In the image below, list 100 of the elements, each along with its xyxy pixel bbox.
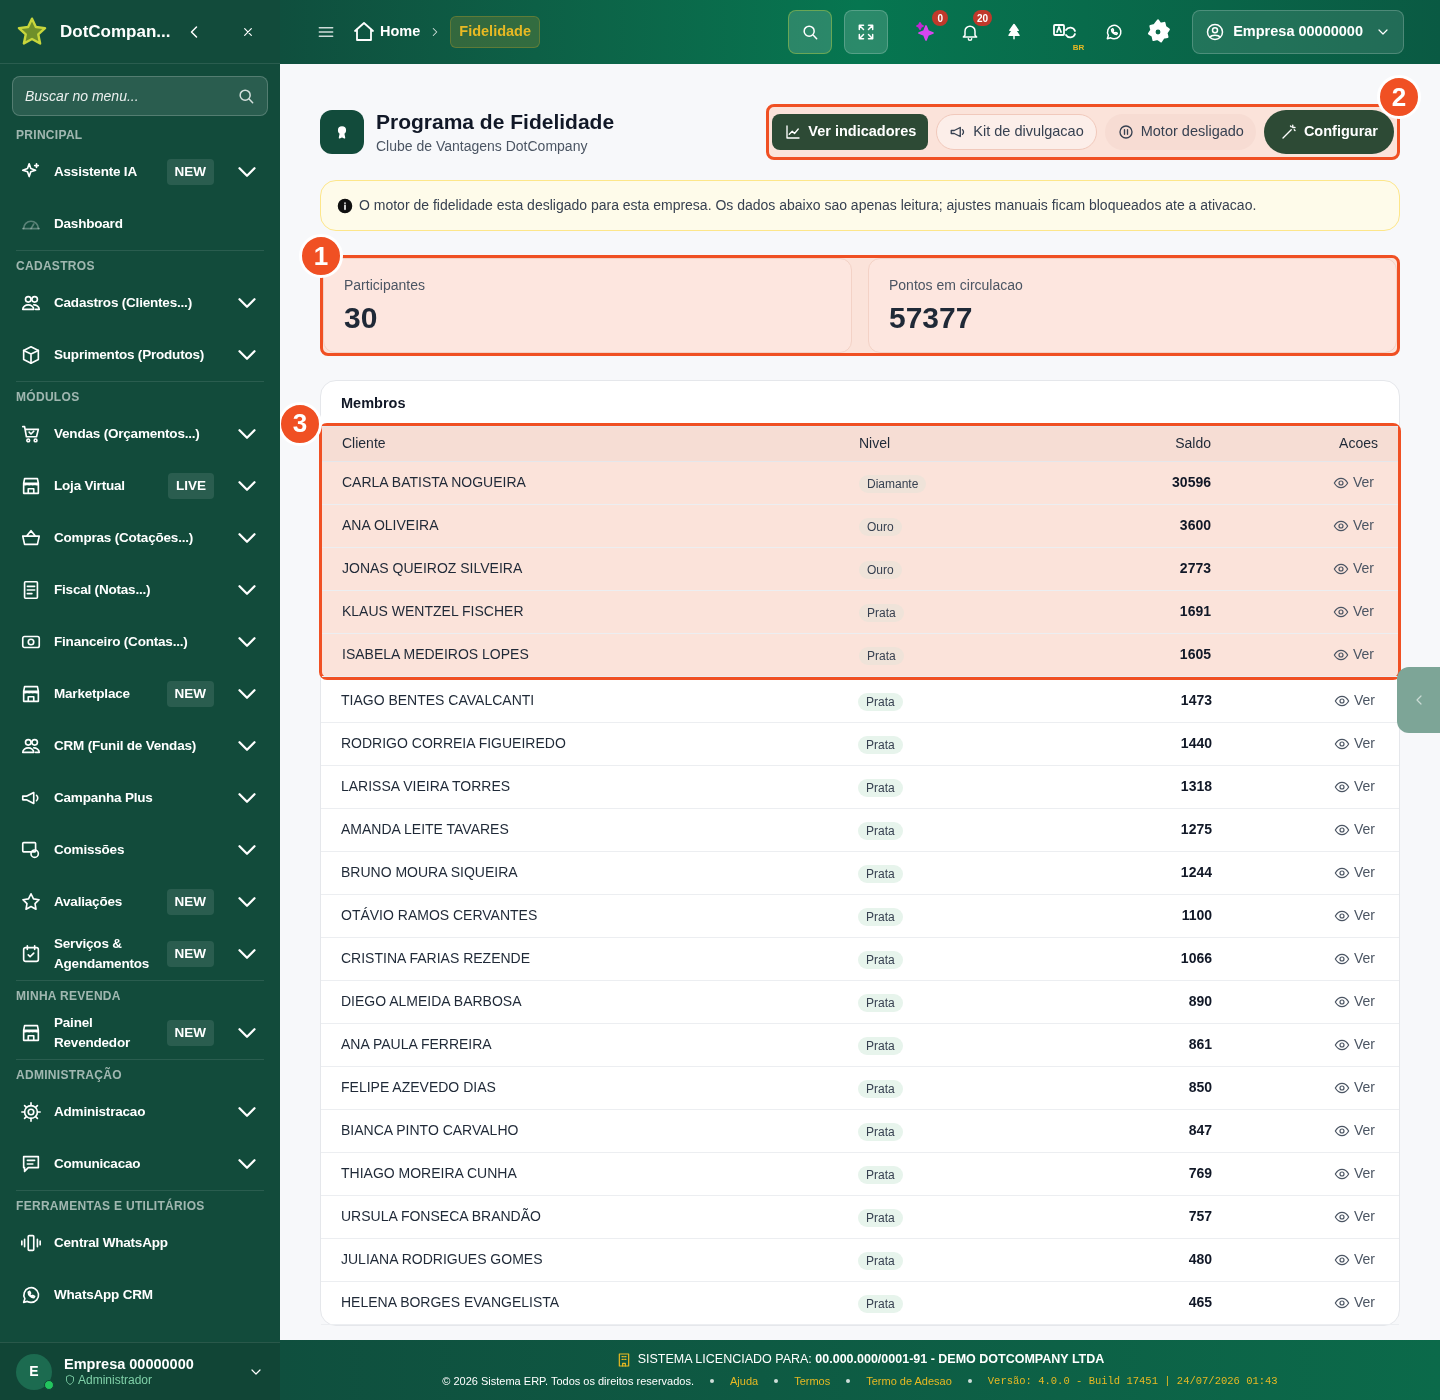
view-link[interactable]: Ver — [1334, 1206, 1379, 1228]
language-button[interactable]: BR — [1040, 10, 1089, 54]
view-link[interactable]: Ver — [1334, 1292, 1379, 1314]
menu-item[interactable]: Administracao — [0, 1086, 280, 1138]
action-button[interactable]: Ver indicadores — [772, 114, 929, 150]
footer-link[interactable]: Ajuda — [730, 1373, 759, 1390]
view-link[interactable]: Ver — [1334, 1034, 1379, 1056]
menu-label: Comunicacao — [54, 1155, 142, 1173]
menu-item[interactable]: Painel Revendedor NEW — [0, 1007, 280, 1059]
menu-item[interactable]: Avaliações NEW — [0, 876, 280, 928]
balance-value: 1244 — [1180, 863, 1212, 883]
view-link[interactable]: Ver — [1334, 690, 1379, 712]
menu-item[interactable]: Loja Virtual LIVE — [0, 460, 280, 512]
ai-button[interactable]: 0 — [904, 10, 949, 54]
menu-item[interactable]: Dashboard — [0, 198, 280, 250]
view-link[interactable]: Ver — [1334, 1163, 1379, 1185]
view-link[interactable]: Ver — [1333, 644, 1378, 666]
action-button[interactable]: Kit de divulgacao — [936, 114, 1097, 150]
menu-item[interactable]: CRM (Funil de Vendas) — [0, 720, 280, 772]
action-button[interactable]: Motor desligado — [1104, 114, 1256, 150]
callout-number: 1 — [299, 234, 343, 278]
view-link[interactable]: Ver — [1333, 601, 1378, 623]
menu-item[interactable]: Assistente IA NEW — [0, 146, 280, 198]
view-link[interactable]: Ver — [1334, 905, 1379, 927]
view-link[interactable]: Ver — [1334, 948, 1379, 970]
action-button[interactable]: Configurar — [1263, 110, 1394, 154]
side-panel-handle[interactable] — [1397, 667, 1440, 733]
count-badge: 20 — [973, 10, 993, 26]
footer-link[interactable]: Termos — [794, 1373, 831, 1390]
store-icon — [20, 475, 42, 497]
member-name: ANA OLIVEIRA — [342, 516, 440, 536]
view-link[interactable]: Ver — [1333, 558, 1378, 580]
avatar: E — [16, 1353, 52, 1390]
balance-value: 2773 — [1179, 559, 1211, 579]
balance-value: 1100 — [1181, 906, 1212, 926]
box-icon — [20, 344, 42, 366]
menu-item[interactable]: Cadastros (Clientes...) — [0, 277, 280, 329]
count-badge: 0 — [932, 10, 949, 26]
column-header: Cliente — [342, 434, 387, 454]
menu-item[interactable]: Financeiro (Contas...) — [0, 616, 280, 668]
level-badge: Prata — [858, 864, 903, 883]
view-link[interactable]: Ver — [1334, 1120, 1379, 1142]
page-title: Programa de Fidelidade — [376, 108, 615, 135]
level-badge: Prata — [858, 907, 903, 926]
level-badge: Prata — [858, 1165, 903, 1184]
balance-value: 1473 — [1180, 691, 1212, 711]
column-header: Nivel — [859, 434, 892, 454]
account-dropdown[interactable]: Empresa 00000000 — [1192, 10, 1404, 54]
pause-icon — [1116, 123, 1135, 141]
user-name: Empresa 00000000 — [64, 1355, 195, 1372]
level-badge: Prata — [859, 646, 904, 665]
footer-link[interactable]: Termo de Adesao — [866, 1373, 952, 1390]
menu-item[interactable]: Comunicacao — [0, 1138, 280, 1190]
search-button[interactable] — [788, 10, 833, 54]
menu-label: Assistente IA — [54, 163, 138, 181]
view-link[interactable]: Ver — [1333, 515, 1378, 537]
member-name: FELIPE AZEVEDO DIAS — [341, 1078, 497, 1098]
menu-label: Financeiro (Contas...) — [54, 633, 189, 651]
menu-item[interactable]: Suprimentos (Produtos) — [0, 329, 280, 381]
menu-item[interactable]: Campanha Plus — [0, 772, 280, 824]
menu-item[interactable]: Comissões — [0, 824, 280, 876]
view-link[interactable]: Ver — [1334, 991, 1379, 1013]
menu-label: Central WhatsApp — [54, 1234, 169, 1252]
menu-item[interactable]: Central WhatsApp — [0, 1217, 280, 1269]
view-link[interactable]: Ver — [1334, 1249, 1379, 1271]
level-badge: Prata — [858, 993, 903, 1012]
view-link[interactable]: Ver — [1334, 733, 1379, 755]
store-icon — [20, 683, 42, 705]
member-name: ANA PAULA FERREIRA — [341, 1035, 493, 1055]
menu-item[interactable]: Fiscal (Notas...) — [0, 564, 280, 616]
balance-value: 3600 — [1179, 516, 1211, 536]
column-header: Acoes — [1339, 434, 1378, 454]
menu-item[interactable]: Vendas (Orçamentos...) — [0, 408, 280, 460]
menu-item[interactable]: Marketplace NEW — [0, 668, 280, 720]
store-icon — [20, 1022, 42, 1044]
brand-name: DotCompan... — [60, 20, 172, 43]
menu-label: Vendas (Orçamentos...) — [54, 425, 201, 443]
stat-value: 57377 — [889, 300, 974, 336]
menu-item[interactable]: Compras (Cotações...) — [0, 512, 280, 564]
view-link[interactable]: Ver — [1333, 472, 1378, 494]
view-link[interactable]: Ver — [1334, 776, 1379, 798]
menu-badge: NEW — [166, 888, 214, 916]
breadcrumb-link[interactable]: Home — [352, 20, 421, 44]
menu-item[interactable]: Serviços & Agendamentos NEW — [0, 928, 280, 980]
stat-label: Pontos em circulacao — [889, 276, 1024, 295]
level-badge: Prata — [859, 603, 904, 622]
view-link[interactable]: Ver — [1334, 819, 1379, 841]
view-link[interactable]: Ver — [1334, 1077, 1379, 1099]
notifications-button[interactable]: 20 — [948, 10, 993, 54]
level-badge: Prata — [858, 1251, 903, 1270]
balance-value: 850 — [1188, 1078, 1212, 1098]
menu-label: Campanha Plus — [54, 789, 154, 807]
menu-item[interactable]: WhatsApp CRM — [0, 1269, 280, 1321]
balance-value: 1066 — [1180, 949, 1212, 969]
fullscreen-button[interactable] — [844, 10, 889, 54]
view-link[interactable]: Ver — [1334, 862, 1379, 884]
whatsapp-icon — [20, 1284, 42, 1306]
message-icon — [20, 1153, 42, 1175]
license-text: SISTEMA LICENCIADO PARA: 00.000.000/0001-91 - DEMO DOTCOMPANY LTDA — [637, 1351, 1105, 1369]
search-icon — [236, 86, 256, 106]
